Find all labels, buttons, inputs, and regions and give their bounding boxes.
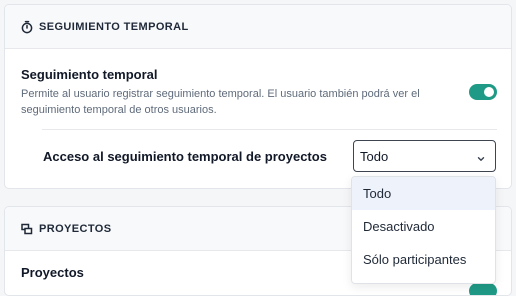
projects-setting-title: Proyectos [21,265,84,280]
time-tracking-section-title: SEGUIMIENTO TEMPORAL [39,20,189,33]
chevron-down-icon [476,151,486,162]
project-time-access-select[interactable]: Todo [353,140,496,172]
time-tracking-setting-title: Seguimiento temporal [21,67,158,82]
divider [42,129,497,130]
projects-section-title: PROYECTOS [39,222,112,235]
dropdown-option-solo-participantes[interactable]: Sólo participantes [352,243,495,276]
project-time-access-dropdown: Todo Desactivado Sólo participantes [351,176,496,284]
time-tracking-toggle[interactable] [469,84,497,100]
toggle-knob [484,87,494,97]
dropdown-option-todo[interactable]: Todo [352,177,495,210]
time-tracking-setting-description: Permite al usuario registrar seguimiento… [21,88,420,116]
select-value: Todo [360,149,389,164]
projects-icon [20,222,34,236]
stopwatch-icon [20,20,34,34]
dropdown-option-desactivado[interactable]: Desactivado [352,210,495,243]
project-time-access-label: Acceso al seguimiento temporal de proyec… [43,149,327,164]
time-tracking-panel: SEGUIMIENTO TEMPORAL Seguimiento tempora… [4,4,512,189]
time-tracking-panel-header: SEGUIMIENTO TEMPORAL [5,5,511,49]
